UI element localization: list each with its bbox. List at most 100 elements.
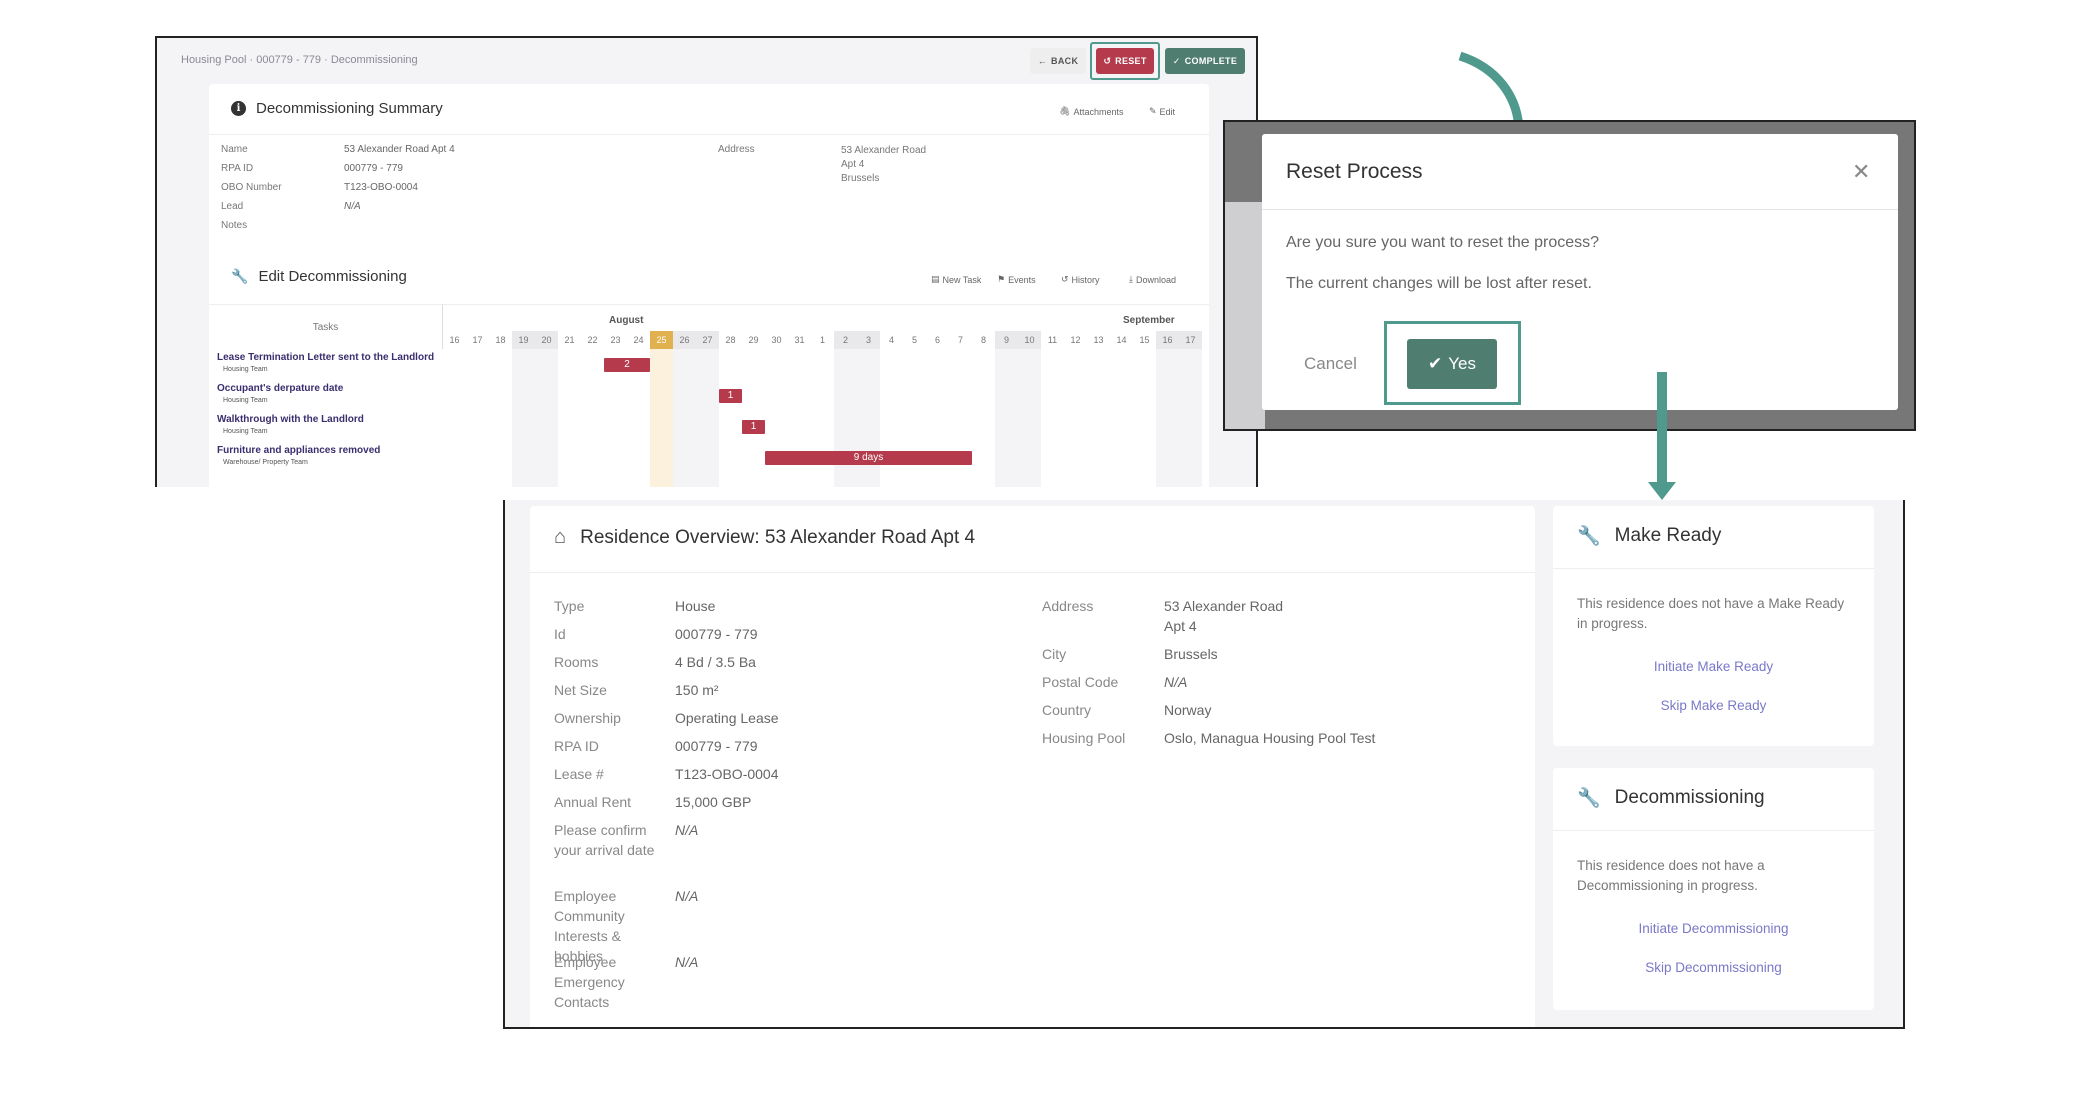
back-label: BACK — [1051, 56, 1079, 66]
field-value: 000779 - 779 — [675, 626, 758, 642]
residence-overview-card: ⌂ Residence Overview: 53 Alexander Road … — [530, 506, 1535, 1027]
events-link[interactable]: ⚑ Events — [997, 274, 1036, 285]
address-line: Apt 4 — [841, 159, 865, 170]
reset-button[interactable]: ↺ RESET — [1096, 48, 1154, 74]
residence-page-screenshot: ⌂ Residence Overview: 53 Alexander Road … — [503, 500, 1905, 1029]
paperclip-icon: 🖇 — [1059, 106, 1071, 116]
summary-label: Lead — [221, 201, 244, 212]
tasks-header: Tasks — [209, 304, 443, 349]
task-team: Housing Team — [223, 397, 268, 404]
field-label: Id — [554, 626, 566, 642]
gantt-column — [742, 349, 765, 487]
field-label: Type — [554, 598, 585, 614]
skip-decommissioning-link[interactable]: Skip Decommissioning — [1553, 960, 1874, 975]
gantt-column — [512, 349, 535, 487]
task-bar[interactable]: 1 — [742, 420, 765, 434]
info-icon: i — [231, 101, 246, 116]
edit-link[interactable]: ✎ Edit — [1149, 106, 1175, 117]
month-header: August September — [443, 304, 1209, 331]
month-label: August — [609, 315, 644, 326]
edit-title: Edit Decommissioning — [258, 268, 407, 285]
task-name[interactable]: Occupant's derpature date — [217, 383, 343, 394]
field-label: Postal Code — [1042, 674, 1119, 690]
summary-label: Name — [221, 144, 248, 155]
field-value: T123-OBO-0004 — [675, 766, 779, 782]
initiate-decommissioning-link[interactable]: Initiate Decommissioning — [1553, 921, 1874, 936]
field-value: Operating Lease — [675, 710, 779, 726]
task-team: Warehouse/ Property Team — [223, 459, 308, 466]
day-cell: 12 — [1070, 335, 1081, 345]
yes-button[interactable]: ✔ Yes — [1407, 339, 1497, 389]
check-icon: ✔ — [1428, 354, 1443, 373]
close-icon[interactable]: ✕ — [1852, 160, 1870, 185]
field-label: Country — [1042, 702, 1092, 718]
summary-title-row: i Decommissioning Summary — [231, 100, 443, 117]
initiate-make-ready-link[interactable]: Initiate Make Ready — [1553, 659, 1874, 674]
attachments-link[interactable]: 🖇 Attachments — [1059, 106, 1123, 117]
field-label: Employee Emergency Contacts — [554, 954, 625, 1010]
task-name[interactable]: Lease Termination Letter sent to the Lan… — [217, 352, 434, 363]
complete-button[interactable]: ✓ COMPLETE — [1165, 48, 1245, 74]
field-label: Lease # — [554, 766, 604, 782]
today-day-cell: 25 — [650, 331, 673, 349]
summary-label: OBO Number — [221, 182, 282, 193]
task-team: Housing Team — [223, 428, 268, 435]
decommissioning-page-screenshot: Housing Pool · 000779 - 779 · Decommissi… — [155, 36, 1258, 487]
day-cell: 21 — [564, 335, 575, 345]
day-cell: 20 — [535, 331, 558, 349]
day-cell: 28 — [725, 335, 736, 345]
page-behind-overlay — [1225, 202, 1265, 429]
decommissioning-title-row: 🔧 Decommissioning — [1577, 786, 1765, 810]
gantt-column — [1110, 349, 1133, 487]
day-cell: 15 — [1139, 335, 1150, 345]
gantt-column — [1156, 349, 1179, 487]
gantt-column — [1087, 349, 1110, 487]
task-bar[interactable]: 9 days — [765, 451, 972, 465]
breadcrumb: Housing Pool · 000779 - 779 · Decommissi… — [181, 54, 418, 66]
address-value: 53 Alexander Road Apt 4 Brussels — [841, 144, 926, 186]
events-label: Events — [1008, 274, 1036, 285]
day-cell: 29 — [748, 335, 759, 345]
day-cell: 19 — [512, 331, 535, 349]
gantt-column — [673, 349, 696, 487]
day-cell: 26 — [673, 331, 696, 349]
cancel-button[interactable]: Cancel — [1304, 354, 1357, 374]
task-bar[interactable]: 2 — [604, 358, 650, 372]
download-link[interactable]: ⤓ Download — [1129, 274, 1176, 285]
back-button[interactable]: ← BACK — [1030, 48, 1086, 74]
pencil-icon: ✎ — [1149, 106, 1157, 116]
new-task-label: New Task — [942, 274, 982, 285]
edit-title-row: 🔧 Edit Decommissioning — [231, 268, 407, 285]
field-label: Housing Pool — [1042, 730, 1126, 746]
gantt-column — [696, 349, 719, 487]
task-bar[interactable]: 1 — [719, 389, 742, 403]
address-line: 53 Alexander Road — [841, 145, 927, 156]
task-name[interactable]: Walkthrough with the Landlord — [217, 414, 364, 425]
task-team: Housing Team — [223, 366, 268, 373]
gantt-column — [788, 349, 811, 487]
gantt-column — [719, 349, 742, 487]
gantt-column — [535, 349, 558, 487]
field-value: 53 Alexander Road Apt 4 — [1164, 598, 1284, 634]
day-cell: 5 — [911, 335, 917, 345]
download-icon: ⤓ — [1129, 274, 1133, 284]
gantt-column — [880, 349, 903, 487]
home-icon: ⌂ — [554, 526, 567, 548]
field-label: Please confirm your arrival date — [554, 822, 655, 858]
decommissioning-card: 🔧 Decommissioning This residence does not… — [1553, 768, 1874, 1010]
history-link[interactable]: ↺ History — [1061, 274, 1100, 285]
undo-icon: ↺ — [1103, 55, 1112, 66]
field-value: 4 Bd / 3.5 Ba — [675, 654, 756, 670]
skip-make-ready-link[interactable]: Skip Make Ready — [1553, 698, 1874, 713]
day-cell: 6 — [934, 335, 940, 345]
field-label: Ownership — [554, 710, 621, 726]
new-task-link[interactable]: ▤ New Task — [931, 274, 981, 285]
day-cell: 16 — [1156, 331, 1179, 349]
day-cell: 4 — [888, 335, 894, 345]
task-name[interactable]: Furniture and appliances removed — [217, 445, 380, 456]
divider — [1553, 568, 1874, 569]
day-cell: 13 — [1093, 335, 1104, 345]
make-ready-title: Make Ready — [1614, 525, 1722, 546]
day-cell: 11 — [1047, 335, 1058, 345]
overview-title-row: ⌂ Residence Overview: 53 Alexander Road … — [554, 526, 975, 549]
